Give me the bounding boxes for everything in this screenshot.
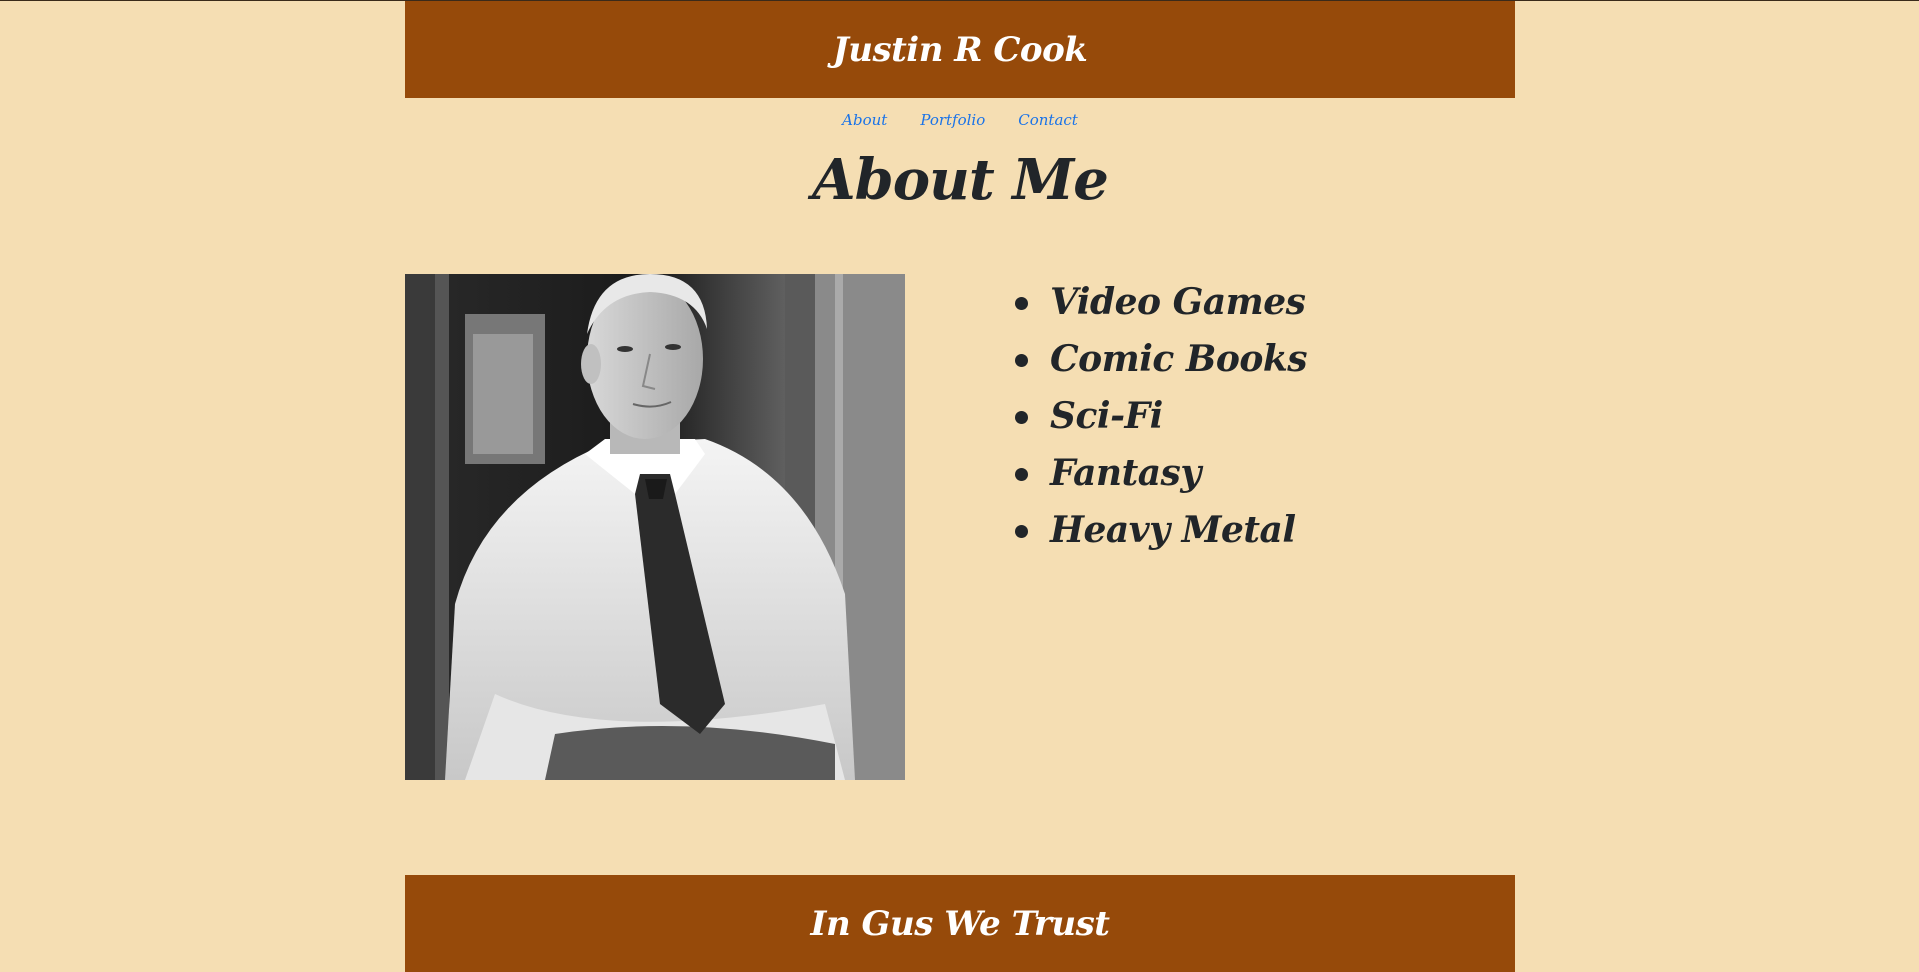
list-item: Video Games xyxy=(1015,274,1307,331)
bullet-icon xyxy=(1015,297,1028,310)
nav-link-about[interactable]: About xyxy=(842,111,887,135)
about-content: Video Games Comic Books Sci-Fi Fantasy H… xyxy=(405,274,1515,780)
bullet-icon xyxy=(1015,468,1028,481)
list-item: Comic Books xyxy=(1015,331,1308,388)
page-container: Justin R Cook About Portfolio Contact Ab… xyxy=(405,1,1515,972)
bullet-icon xyxy=(1015,354,1028,367)
site-header: Justin R Cook xyxy=(405,1,1515,98)
list-item: Sci-Fi xyxy=(1015,388,1307,445)
nav-link-portfolio[interactable]: Portfolio xyxy=(920,111,985,135)
list-item: Fantasy xyxy=(1015,445,1307,502)
bullet-icon xyxy=(1015,525,1028,538)
main-nav: About Portfolio Contact xyxy=(405,111,1515,135)
site-footer: In Gus We Trust xyxy=(405,875,1515,972)
profile-photo xyxy=(405,274,905,780)
nav-link-contact[interactable]: Contact xyxy=(1018,111,1078,135)
list-item: Heavy Metal xyxy=(1015,502,1307,559)
page-heading: About Me xyxy=(812,147,1109,213)
footer-text: In Gus We Trust xyxy=(810,903,1110,944)
site-title: Justin R Cook xyxy=(832,29,1088,70)
bullet-icon xyxy=(1015,411,1028,424)
interests-list: Video Games Comic Books Sci-Fi Fantasy H… xyxy=(1015,274,1308,559)
